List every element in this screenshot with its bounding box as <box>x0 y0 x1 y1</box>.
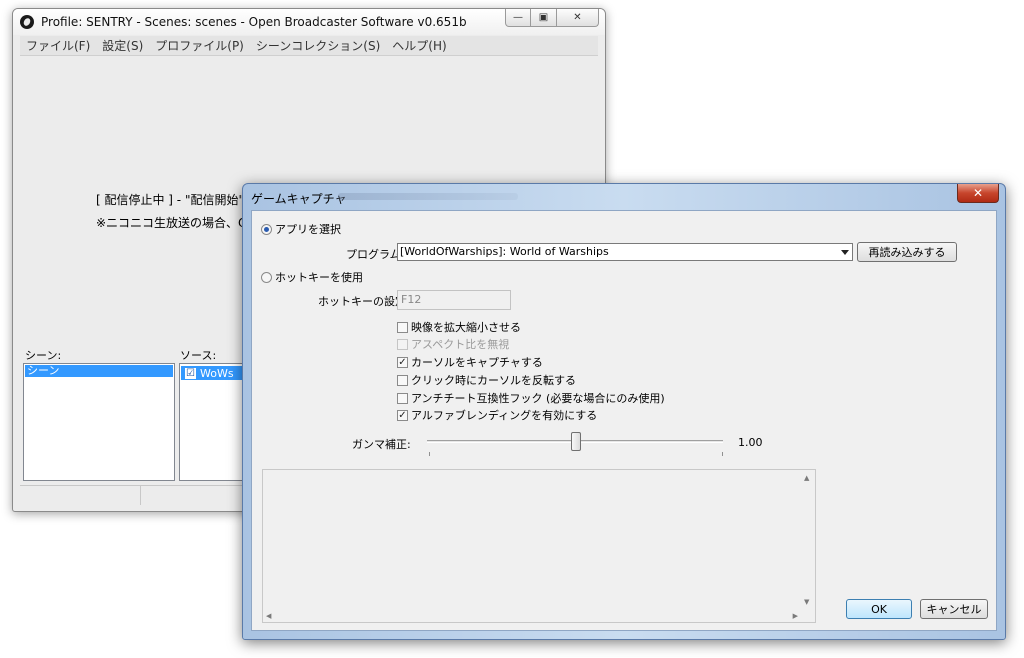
hotkey-input[interactable]: F12 <box>397 290 511 310</box>
source-visible-checkbox[interactable]: ☑ <box>185 367 196 379</box>
ok-button[interactable]: OK <box>846 599 912 619</box>
dialog-title: ゲームキャプチャ <box>251 192 347 206</box>
program-combobox-value: [WorldOfWarships]: World of Warships <box>400 245 609 258</box>
menu-bar: ファイル(F) 設定(S) プロファイル(P) シーンコレクション(S) ヘルプ… <box>20 36 598 56</box>
menu-help[interactable]: ヘルプ(H) <box>386 37 452 54</box>
radio-select-app-label: アプリを選択 <box>275 223 341 236</box>
checkbox-invert-cursor-box[interactable] <box>397 374 408 386</box>
vertical-scrollbar[interactable]: ▲ ▼ <box>801 470 815 610</box>
checkbox-anticheat-hook[interactable]: アンチチート互換性フック (必要な場合にのみ使用) <box>397 390 665 406</box>
checkbox-scale-video-box[interactable] <box>397 321 408 333</box>
scroll-up-icon[interactable]: ▲ <box>804 474 809 482</box>
dialog-close-button[interactable]: ✕ <box>957 184 999 203</box>
horizontal-scrollbar[interactable]: ◀ ▶ <box>263 610 801 622</box>
window-title: Profile: SENTRY - Scenes: scenes - Open … <box>41 15 467 29</box>
sources-label: ソース: <box>180 349 217 362</box>
status-divider <box>140 486 141 505</box>
radio-use-hotkey[interactable]: ホットキーを使用 <box>261 269 363 285</box>
scene-item[interactable]: シーン <box>25 365 173 377</box>
checkbox-anticheat-hook-box[interactable] <box>397 392 408 404</box>
obs-app-icon <box>20 15 34 29</box>
background-text-blur <box>338 193 518 200</box>
checkbox-ignore-aspect: アスペクト比を無視 <box>397 336 509 352</box>
scenes-list[interactable]: シーン <box>23 363 175 481</box>
checkbox-ignore-aspect-box <box>397 338 408 350</box>
checkbox-alpha-blending-label: アルファブレンディングを有効にする <box>411 409 598 422</box>
source-name: WoWs <box>200 366 234 380</box>
gamma-slider-thumb[interactable] <box>570 432 581 451</box>
program-label: プログラム: <box>346 248 405 261</box>
menu-settings[interactable]: 設定(S) <box>96 37 149 54</box>
checkbox-alpha-blending-box[interactable]: ✓ <box>397 409 408 421</box>
maximize-button[interactable]: ▣ <box>531 9 557 27</box>
checkbox-capture-cursor-box[interactable]: ✓ <box>397 356 408 368</box>
slider-tick <box>722 452 723 456</box>
chevron-down-icon[interactable] <box>841 250 849 255</box>
dialog-client-area: アプリを選択 プログラム: [WorldOfWarships]: World o… <box>251 210 997 631</box>
stream-status-text: [ 配信停止中 ] - "配信開始"、 <box>96 193 256 207</box>
reload-button[interactable]: 再読み込みする <box>857 242 957 262</box>
info-text-area[interactable]: ▲ ▼ ◀ ▶ <box>262 469 816 623</box>
checkbox-anticheat-hook-label: アンチチート互換性フック (必要な場合にのみ使用) <box>411 392 665 405</box>
dialog-titlebar[interactable]: ゲームキャプチャ ✕ <box>243 184 1005 209</box>
radio-use-hotkey-label: ホットキーを使用 <box>275 271 363 284</box>
checkbox-capture-cursor-label: カーソルをキャプチャする <box>411 356 543 369</box>
checkbox-ignore-aspect-label: アスペクト比を無視 <box>411 338 510 351</box>
scroll-right-icon[interactable]: ▶ <box>793 612 798 620</box>
checkbox-invert-cursor-label: クリック時にカーソルを反転する <box>411 374 576 387</box>
main-titlebar[interactable]: Profile: SENTRY - Scenes: scenes - Open … <box>13 9 605 35</box>
game-capture-dialog: ゲームキャプチャ ✕ アプリを選択 プログラム: [WorldOfWarship… <box>242 183 1006 640</box>
checkbox-invert-cursor[interactable]: クリック時にカーソルを反転する <box>397 372 576 388</box>
gamma-label: ガンマ補正: <box>352 438 411 451</box>
minimize-button[interactable]: — <box>505 9 531 27</box>
radio-use-hotkey-indicator[interactable] <box>261 271 272 283</box>
menu-profile[interactable]: プロファイル(P) <box>149 37 250 54</box>
checkbox-scale-video[interactable]: 映像を拡大縮小させる <box>397 319 521 335</box>
scroll-left-icon[interactable]: ◀ <box>266 612 271 620</box>
radio-select-app-indicator[interactable] <box>261 223 272 235</box>
checkbox-scale-video-label: 映像を拡大縮小させる <box>411 321 521 334</box>
slider-tick <box>429 452 430 456</box>
scroll-down-icon[interactable]: ▼ <box>804 598 809 606</box>
program-combobox[interactable]: [WorldOfWarships]: World of Warships <box>397 243 853 261</box>
hotkey-label: ホットキーの設定 <box>318 295 406 308</box>
radio-select-app[interactable]: アプリを選択 <box>261 221 341 237</box>
menu-scene-collection[interactable]: シーンコレクション(S) <box>250 37 386 54</box>
scenes-label: シーン: <box>25 349 62 362</box>
close-button[interactable]: ✕ <box>557 9 599 27</box>
gamma-value: 1.00 <box>738 436 763 449</box>
menu-file[interactable]: ファイル(F) <box>20 37 96 54</box>
checkbox-alpha-blending[interactable]: ✓ アルファブレンディングを有効にする <box>397 407 597 423</box>
cancel-button[interactable]: キャンセル <box>920 599 988 619</box>
checkbox-capture-cursor[interactable]: ✓ カーソルをキャプチャする <box>397 354 543 370</box>
